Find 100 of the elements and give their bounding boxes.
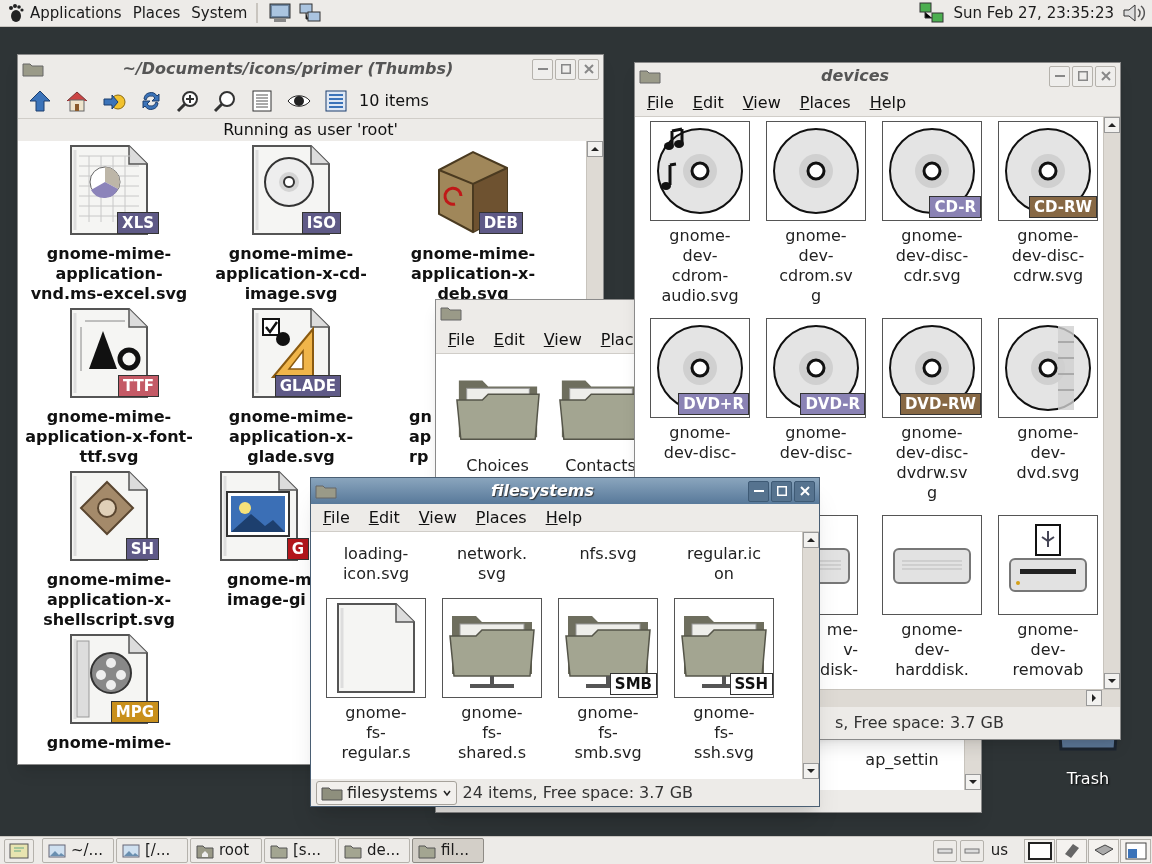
toolbar-button[interactable] (176, 88, 200, 113)
item-count: 10 items (359, 89, 429, 112)
close-button[interactable] (794, 480, 815, 502)
file-label: network.svg (455, 544, 529, 584)
up-arrow-icon (28, 88, 52, 113)
file-type-badge: GLADE (274, 375, 341, 397)
window-title: devices (819, 65, 891, 87)
menu-item[interactable]: Edit (493, 327, 525, 352)
file-label: gnome-dev-disc- (662, 423, 738, 463)
file-label: gnome-dev-disc-cdrw.svg (1010, 226, 1086, 286)
file-label: gnome-dev-dvd.svg (1015, 423, 1081, 483)
maximize-icon (560, 64, 571, 74)
file-label: gnome-mime-application-x-glade.svg (227, 407, 355, 467)
picture-icon (48, 842, 66, 859)
close-button[interactable] (1095, 65, 1116, 87)
file-type-badge: SMB (609, 673, 657, 695)
folder-label: Contacts (565, 456, 636, 476)
menu-item[interactable]: Edit (368, 505, 400, 530)
toolbar-button[interactable] (213, 88, 237, 113)
launcher-button[interactable] (298, 2, 323, 24)
file-label: gnome-dev-removab (1011, 620, 1085, 680)
menu-item[interactable]: File (323, 505, 350, 530)
picture-icon (122, 842, 140, 859)
menu-item[interactable]: Edit (692, 90, 724, 115)
maximize-icon (776, 486, 787, 496)
taskbar-button[interactable]: [/... (116, 838, 188, 863)
menu-item[interactable]: Places (799, 90, 851, 115)
window-title: filesystems (489, 480, 596, 502)
menu-item[interactable]: Help (869, 90, 907, 115)
menu-item[interactable]: Plac (600, 327, 634, 352)
folder-icon (344, 842, 362, 859)
taskbar-button[interactable]: fil... (412, 838, 484, 863)
window-folder-icon (440, 305, 462, 321)
location-dropdown[interactable]: filesystems (316, 780, 457, 805)
minimize-icon (753, 490, 764, 492)
close-icon (799, 486, 810, 496)
menu-item[interactable]: View (543, 327, 582, 352)
folder-icon (321, 784, 343, 801)
taskbar-button[interactable]: de... (338, 838, 410, 863)
minimize-button[interactable] (1049, 65, 1070, 87)
scroll-right-icon (1086, 690, 1102, 706)
menu-item[interactable]: View (418, 505, 457, 530)
maximize-button[interactable] (771, 480, 792, 502)
menu-item[interactable]: Places (475, 505, 527, 530)
maximize-button[interactable] (555, 58, 576, 80)
minimize-icon (537, 68, 548, 70)
minimize-button[interactable] (532, 58, 553, 80)
menu-item[interactable]: Help (545, 505, 583, 530)
menu-item[interactable]: File (647, 90, 674, 115)
window-folder-icon (315, 483, 337, 499)
file-type-badge: TTF (117, 375, 159, 397)
minus-icon (963, 845, 980, 856)
minus-icon (936, 845, 953, 856)
minimize-button[interactable] (748, 480, 769, 502)
file-type-badge: DVD-RW (899, 393, 981, 415)
network-computers-icon (298, 2, 323, 24)
file-label: ap_settin (864, 750, 940, 770)
file-label: gn ap rp (408, 407, 432, 467)
taskbar-button[interactable]: ~/... (42, 838, 114, 863)
image-file-icon (217, 470, 301, 562)
window-folder-icon (639, 68, 661, 84)
monitor-icon (268, 2, 293, 24)
file-label: nfs.svg (578, 544, 638, 564)
file-type-badge: MPG (110, 701, 159, 723)
menu-item[interactable]: File (448, 327, 475, 352)
window-list-icon (1122, 839, 1149, 862)
file-label: me- v- disk- (820, 620, 859, 680)
file-label: gnome-dev-disc- (778, 423, 854, 463)
file-label: gnome-dev-cdrom-audio.svg (661, 226, 739, 306)
details-list-icon (324, 88, 348, 113)
keyboard-layout: us (990, 840, 1008, 862)
taskbar-button[interactable]: root (190, 838, 262, 863)
file-label: gnome-fs-regular.s (340, 703, 412, 763)
file-label: gnome-dev-disc-dvdrw.svg (894, 423, 970, 503)
file-type-badge: SSH (729, 673, 773, 695)
file-type-badge: CD-R (929, 196, 981, 218)
file-label: gnome-mime-application-x-deb.svg (409, 244, 537, 304)
launcher-button[interactable] (268, 2, 293, 24)
menu-item[interactable]: View (742, 90, 781, 115)
file-label: gnome-mime-application-vnd.ms-excel.svg (29, 244, 189, 304)
spreadsheet-file-icon (67, 144, 151, 236)
maximize-button[interactable] (1072, 65, 1093, 87)
status-message: Running as user 'root' (222, 119, 399, 141)
file-label: gnome-mime- (45, 733, 173, 753)
taskbar-button[interactable]: [s... (264, 838, 336, 863)
close-icon (583, 64, 594, 74)
close-button[interactable] (578, 58, 599, 80)
panel-menu[interactable]: System (191, 1, 248, 25)
home-folder-icon (196, 842, 214, 859)
file-label: gnome-mime-application-x-font-ttf.svg (24, 407, 194, 467)
tray-button[interactable] (1024, 838, 1055, 863)
file-label: regular.icon (685, 544, 763, 584)
maximize-icon (1077, 71, 1088, 81)
panel-menu[interactable]: Places (132, 1, 181, 25)
desktop-icon-label: Trash (1066, 768, 1110, 790)
file-label: gnome-mime-application-x-shellscript.svg (42, 570, 176, 630)
status-text: s, Free space: 3.7 GB (835, 712, 1004, 734)
panel-menu[interactable]: Applications (30, 1, 122, 25)
toolbar-button[interactable] (28, 88, 52, 113)
status-text: 24 items, Free space: 3.7 GB (462, 781, 693, 804)
